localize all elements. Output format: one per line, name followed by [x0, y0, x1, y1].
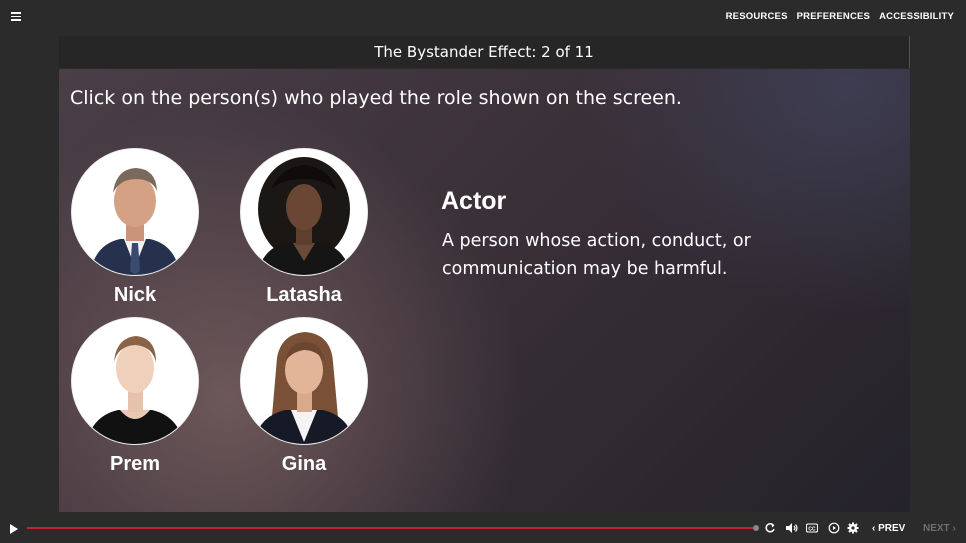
person-prem[interactable]: Prem [71, 317, 199, 476]
avatar [71, 317, 199, 445]
top-nav: RESOURCES PREFERENCES ACCESSIBILITY [726, 11, 954, 22]
captions-icon[interactable]: CC [806, 522, 818, 534]
play-icon[interactable] [10, 524, 18, 534]
prev-label: PREV [878, 523, 906, 534]
volume-icon[interactable] [785, 522, 798, 534]
chevron-right-icon: › [952, 523, 956, 534]
next-button[interactable]: NEXT › [923, 523, 956, 534]
player-controls: CC ‹ PREV NEXT › [0, 513, 966, 543]
top-bar: RESOURCES PREFERENCES ACCESSIBILITY [0, 0, 966, 34]
avatar [240, 148, 368, 276]
svg-text:CC: CC [808, 526, 816, 532]
preferences-link[interactable]: PREFERENCES [797, 11, 870, 22]
portrait-gina-image [253, 332, 355, 444]
settings-gear-icon[interactable] [847, 522, 859, 534]
person-name: Latasha [266, 284, 342, 306]
avatar [71, 148, 199, 276]
playback-speed-icon[interactable] [828, 522, 840, 534]
progress-thumb[interactable] [753, 525, 759, 531]
progress-bar[interactable] [27, 525, 759, 531]
slide-title: The Bystander Effect: 2 of 11 [59, 36, 910, 68]
hamburger-menu-icon[interactable] [11, 12, 21, 21]
person-name: Gina [281, 453, 327, 475]
chevron-left-icon: ‹ [872, 523, 876, 534]
prev-button[interactable]: ‹ PREV [872, 523, 905, 534]
avatar [240, 317, 368, 445]
accessibility-link[interactable]: ACCESSIBILITY [879, 11, 954, 22]
portrait-nick-image [90, 168, 180, 275]
next-label: NEXT [923, 523, 950, 534]
person-name: Prem [109, 453, 161, 475]
person-nick[interactable]: Nick [71, 148, 199, 307]
resources-link[interactable]: RESOURCES [726, 11, 788, 22]
slide-canvas: Click on the person(s) who played the ro… [59, 69, 910, 512]
portrait-prem-image [86, 336, 184, 444]
portrait-latasha-image [257, 157, 351, 275]
role-title: Actor [441, 187, 507, 215]
person-latasha[interactable]: Latasha [240, 148, 368, 307]
person-name: Nick [113, 284, 157, 306]
person-gina[interactable]: Gina [240, 317, 368, 476]
instruction-text: Click on the person(s) who played the ro… [70, 87, 682, 109]
role-description: A person whose action, conduct, or commu… [442, 231, 751, 279]
replay-icon[interactable] [764, 522, 776, 534]
